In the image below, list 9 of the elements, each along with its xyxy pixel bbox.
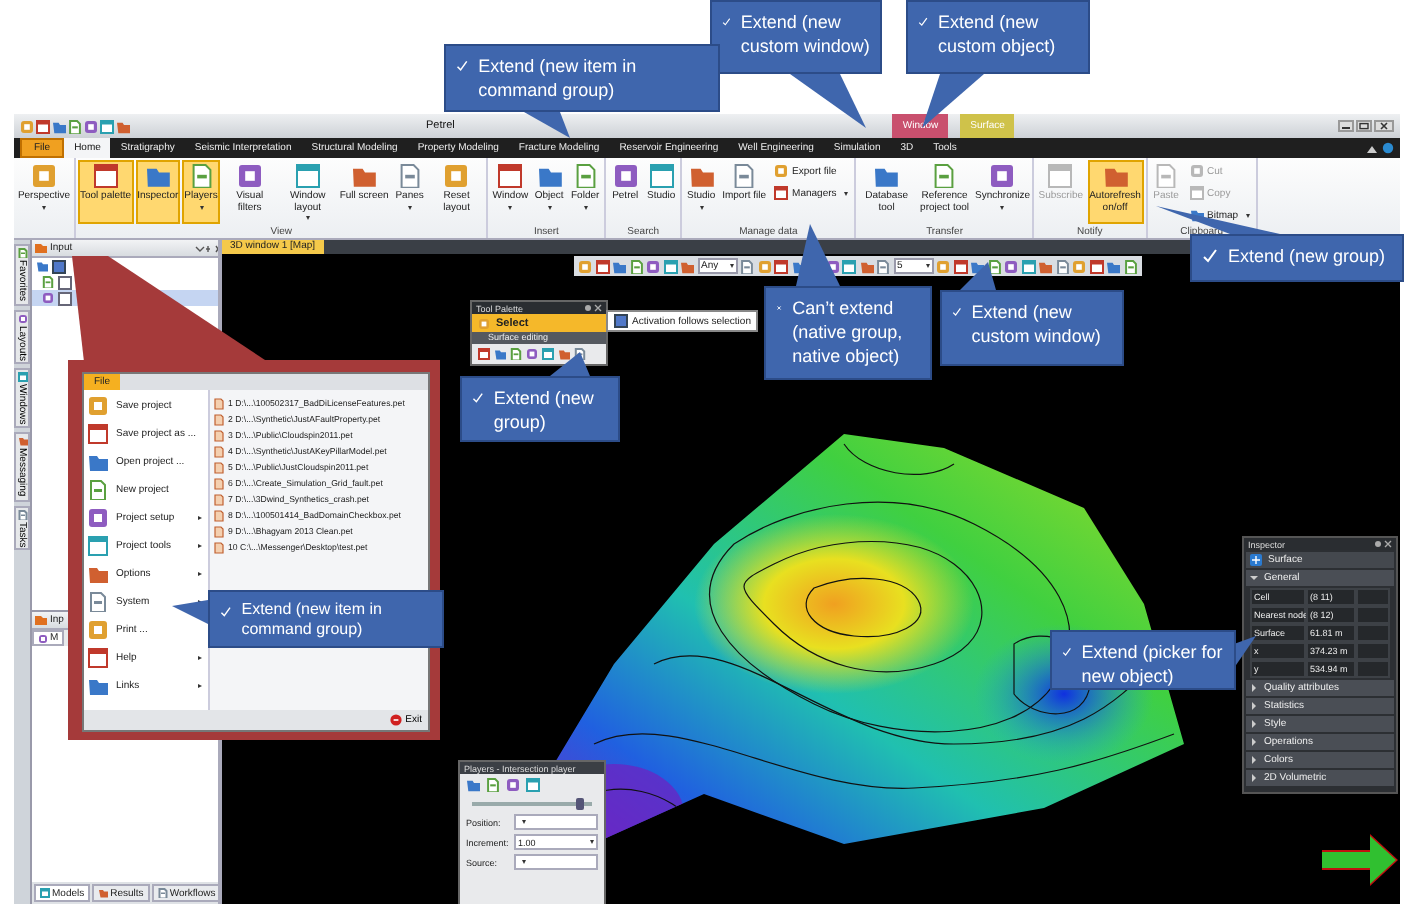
callout-text: Extend (new custom object)	[938, 10, 1058, 58]
callout-text: Extend (new group)	[493, 386, 596, 434]
callout-text: Extend (new group)	[1228, 244, 1386, 268]
callout-text: Extend (new item in command group)	[478, 54, 639, 102]
callout-text: Extend (new item in command group)	[241, 600, 384, 640]
callout-text: Can’t extend (native group, native object)	[792, 296, 905, 368]
callout-text: Extend (new custom window)	[971, 300, 1103, 348]
callout-text: Extend (new custom window)	[740, 10, 870, 58]
callout-text: Extend (picker for new object)	[1081, 640, 1224, 688]
